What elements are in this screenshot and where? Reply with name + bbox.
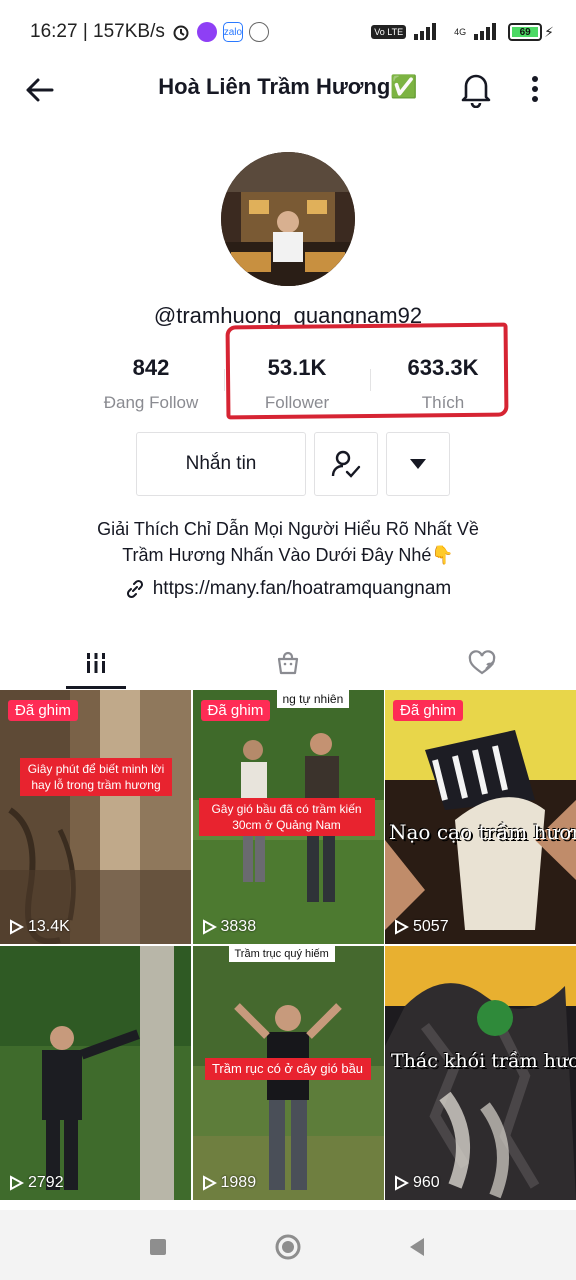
stat-value: 842 bbox=[132, 355, 170, 380]
following-button[interactable] bbox=[314, 432, 378, 496]
suggested-accounts-button[interactable] bbox=[386, 432, 450, 496]
active-tab-indicator bbox=[66, 686, 126, 689]
video-caption: Giây phút để biết minh lời hay lỗ trong … bbox=[20, 758, 172, 796]
header: Hoà Liên Trầm Hương✅ bbox=[0, 64, 576, 112]
view-count: 1989 bbox=[201, 1174, 257, 1192]
bio-line: Trầm Hương Nhấn Vào Dưới Đây Nhé👇 bbox=[122, 545, 454, 565]
content-tabs bbox=[0, 640, 576, 690]
video-thumbnail[interactable]: Thác khói trầm hương 960 bbox=[385, 946, 576, 1200]
messenger-icon bbox=[248, 22, 269, 42]
pinned-badge: Đã ghim bbox=[393, 700, 463, 721]
more-options-button[interactable] bbox=[524, 70, 546, 108]
view-count: 13.4K bbox=[8, 918, 70, 936]
video-caption: Gây gió bầu đã có trầm kiến 30cm ở Quảng… bbox=[198, 798, 375, 836]
video-grid: Đã ghim Giây phút để biết minh lời hay l… bbox=[0, 690, 576, 1200]
signal-icon bbox=[414, 22, 446, 43]
recents-button[interactable] bbox=[143, 1232, 173, 1262]
view-count-value: 960 bbox=[413, 1174, 440, 1191]
home-button[interactable] bbox=[273, 1232, 303, 1262]
avatar[interactable] bbox=[221, 152, 355, 286]
back-nav-button[interactable] bbox=[402, 1232, 432, 1262]
video-caption: Thác khói trầm hương bbox=[391, 1050, 576, 1072]
view-count-value: 3838 bbox=[220, 918, 257, 935]
view-count: 5057 bbox=[393, 918, 449, 936]
volte-icon: Vo LTE bbox=[371, 25, 407, 39]
view-count: 3838 bbox=[201, 918, 257, 936]
play-icon bbox=[395, 1175, 409, 1191]
profile-name: Hoà Liên Trầm Hương bbox=[158, 74, 391, 99]
status-left: 16:27 | 157KB/s zalo bbox=[30, 21, 269, 43]
caret-down-icon bbox=[410, 459, 426, 469]
tab-videos[interactable] bbox=[66, 646, 126, 680]
system-nav-bar bbox=[0, 1210, 576, 1280]
pinned-badge: Đã ghim bbox=[200, 700, 271, 721]
video-thumbnail[interactable]: Trầm trục quý hiếm Trầm rục có ở cây gió… bbox=[192, 946, 384, 1200]
stat-label: Đang Follow bbox=[103, 393, 199, 412]
profile-actions: Nhắn tin bbox=[136, 432, 450, 496]
grid-icon bbox=[86, 653, 106, 673]
signal-icon bbox=[474, 22, 500, 43]
tab-shop[interactable] bbox=[258, 646, 318, 680]
red-highlight-annotation bbox=[225, 322, 509, 420]
play-icon bbox=[395, 919, 409, 935]
bio: Giải Thích Chỉ Dẫn Mọi Người Hiểu Rõ Nhấ… bbox=[40, 516, 536, 568]
message-button[interactable]: Nhắn tin bbox=[136, 432, 306, 496]
view-count-value: 5057 bbox=[413, 918, 449, 935]
play-icon bbox=[202, 919, 217, 935]
battery-icon: 69 ⚡ bbox=[508, 23, 554, 41]
view-count-value: 13.4K bbox=[28, 918, 70, 935]
messenger-icon bbox=[196, 22, 217, 42]
square-icon bbox=[150, 1239, 166, 1255]
network-tag: 4G bbox=[454, 27, 467, 37]
more-vertical-icon bbox=[532, 76, 538, 102]
zalo-icon: zalo bbox=[222, 22, 243, 42]
notification-button[interactable] bbox=[458, 70, 494, 109]
view-count: 960 bbox=[393, 1174, 440, 1192]
view-count-value: 2792 bbox=[28, 1174, 64, 1191]
stat-divider bbox=[224, 369, 225, 391]
pinned-badge: Đã ghim bbox=[8, 700, 78, 721]
user-check-icon bbox=[331, 450, 361, 478]
play-icon bbox=[202, 1175, 217, 1191]
bio-link[interactable]: https://many.fan/hoatramquangnam bbox=[0, 578, 576, 600]
video-thumbnail[interactable]: Đã ghim Nạo cạo trầm hương 5057 bbox=[385, 690, 576, 944]
view-count-value: 1989 bbox=[220, 1174, 257, 1191]
stat-following[interactable]: 842 Đang Follow bbox=[78, 355, 224, 413]
triangle-back-icon bbox=[410, 1238, 424, 1256]
shopping-bag-icon bbox=[277, 651, 299, 675]
circle-icon bbox=[275, 1234, 301, 1260]
liked-hidden-icon bbox=[468, 650, 496, 675]
video-top-text: ng tự nhiên bbox=[276, 690, 350, 708]
bio-link-text: https://many.fan/hoatramquangnam bbox=[152, 578, 452, 599]
video-thumbnail[interactable]: Đã ghim Giây phút để biết minh lời hay l… bbox=[0, 690, 191, 944]
view-count: 2792 bbox=[8, 1174, 64, 1192]
bell-icon bbox=[461, 74, 491, 109]
video-caption: Trầm rục có ở cây gió bầu bbox=[204, 1058, 371, 1080]
verified-icon: ✅ bbox=[390, 74, 418, 99]
link-icon bbox=[126, 579, 143, 599]
status-right: Vo LTE 4G 69 ⚡ bbox=[371, 22, 554, 43]
play-icon bbox=[10, 1175, 24, 1191]
status-time: 16:27 | 157KB/s bbox=[30, 21, 165, 42]
play-icon bbox=[10, 919, 24, 935]
video-thumbnail[interactable]: ng tự nhiên Đã ghim Gây gió bầu đã có tr… bbox=[192, 690, 384, 944]
video-caption: Nạo cạo trầm hương bbox=[389, 820, 576, 844]
status-bar: 16:27 | 157KB/s zalo Vo LTE 4G 69 ⚡ bbox=[0, 0, 576, 64]
battery-level: 69 bbox=[512, 27, 539, 38]
video-top-text: Trầm trục quý hiếm bbox=[228, 946, 335, 962]
video-thumbnail[interactable]: 2792 bbox=[0, 946, 191, 1200]
alarm-icon bbox=[171, 22, 191, 42]
bio-line: Giải Thích Chỉ Dẫn Mọi Người Hiểu Rõ Nhấ… bbox=[97, 519, 479, 539]
tab-liked[interactable] bbox=[452, 646, 512, 680]
